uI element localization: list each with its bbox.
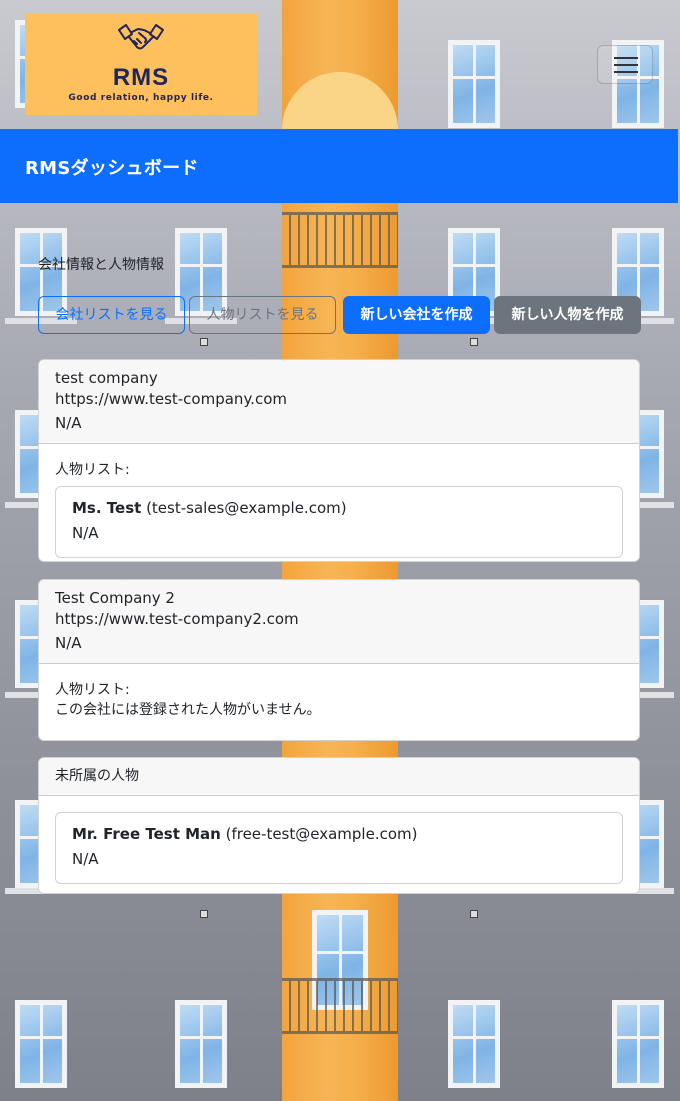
company-name: Test Company 2 — [55, 589, 175, 607]
company-note: N/A — [55, 414, 82, 432]
brand-tagline: Good relation, happy life. — [68, 93, 214, 103]
company-url[interactable]: https://www.test-company2.com — [55, 609, 623, 630]
hamburger-menu-icon — [614, 57, 638, 59]
person-name: Mr. Free Test Man — [72, 825, 221, 843]
dashboard-header-bar: RMSダッシュボード — [0, 129, 678, 203]
person-note: N/A — [72, 850, 99, 868]
person-item[interactable]: Ms. Test (test-sales@example.com) N/A — [55, 486, 623, 558]
new-person-button[interactable]: 新しい人物を作成 — [494, 296, 641, 334]
section-label: 会社情報と人物情報 — [38, 257, 164, 273]
company-card: test company https://www.test-company.co… — [38, 359, 640, 562]
view-companies-button[interactable]: 会社リストを見る — [38, 296, 185, 334]
company-card-body: 人物リスト: Ms. Test (test-sales@example.com)… — [39, 444, 639, 561]
view-people-button[interactable]: 人物リストを見る — [189, 296, 336, 334]
company-url[interactable]: https://www.test-company.com — [55, 389, 623, 410]
handshake-icon — [118, 24, 164, 50]
company-card: Test Company 2 https://www.test-company2… — [38, 579, 640, 741]
unaffiliated-header: 未所属の人物 — [39, 758, 639, 796]
brand-logo[interactable]: RMS Good relation, happy life. — [25, 14, 257, 115]
company-card-header: test company https://www.test-company.co… — [39, 360, 639, 444]
person-name: Ms. Test — [72, 499, 142, 517]
company-card-body: 人物リスト: この会社には登録された人物がいません。 — [39, 664, 639, 736]
people-list-label: 人物リスト: — [55, 462, 130, 478]
unaffiliated-body: Mr. Free Test Man (free-test@example.com… — [39, 796, 639, 893]
company-note: N/A — [55, 634, 82, 652]
dashboard-title: RMSダッシュボード — [25, 158, 199, 179]
empty-people-message: この会社には登録された人物がいません。 — [55, 702, 321, 718]
person-note: N/A — [72, 524, 99, 542]
person-email: (test-sales@example.com) — [146, 499, 347, 517]
company-card-header: Test Company 2 https://www.test-company2… — [39, 580, 639, 664]
unaffiliated-people-card: 未所属の人物 Mr. Free Test Man (free-test@exam… — [38, 757, 640, 894]
person-item[interactable]: Mr. Free Test Man (free-test@example.com… — [55, 812, 623, 884]
person-email: (free-test@example.com) — [225, 825, 418, 843]
company-name: test company — [55, 369, 158, 387]
top-navbar: RMS Good relation, happy life. — [0, 0, 680, 129]
brand-name: RMS — [112, 64, 170, 91]
hamburger-menu-button[interactable] — [597, 45, 653, 84]
people-list-label: 人物リスト: — [55, 682, 130, 698]
new-company-button[interactable]: 新しい会社を作成 — [343, 296, 490, 334]
